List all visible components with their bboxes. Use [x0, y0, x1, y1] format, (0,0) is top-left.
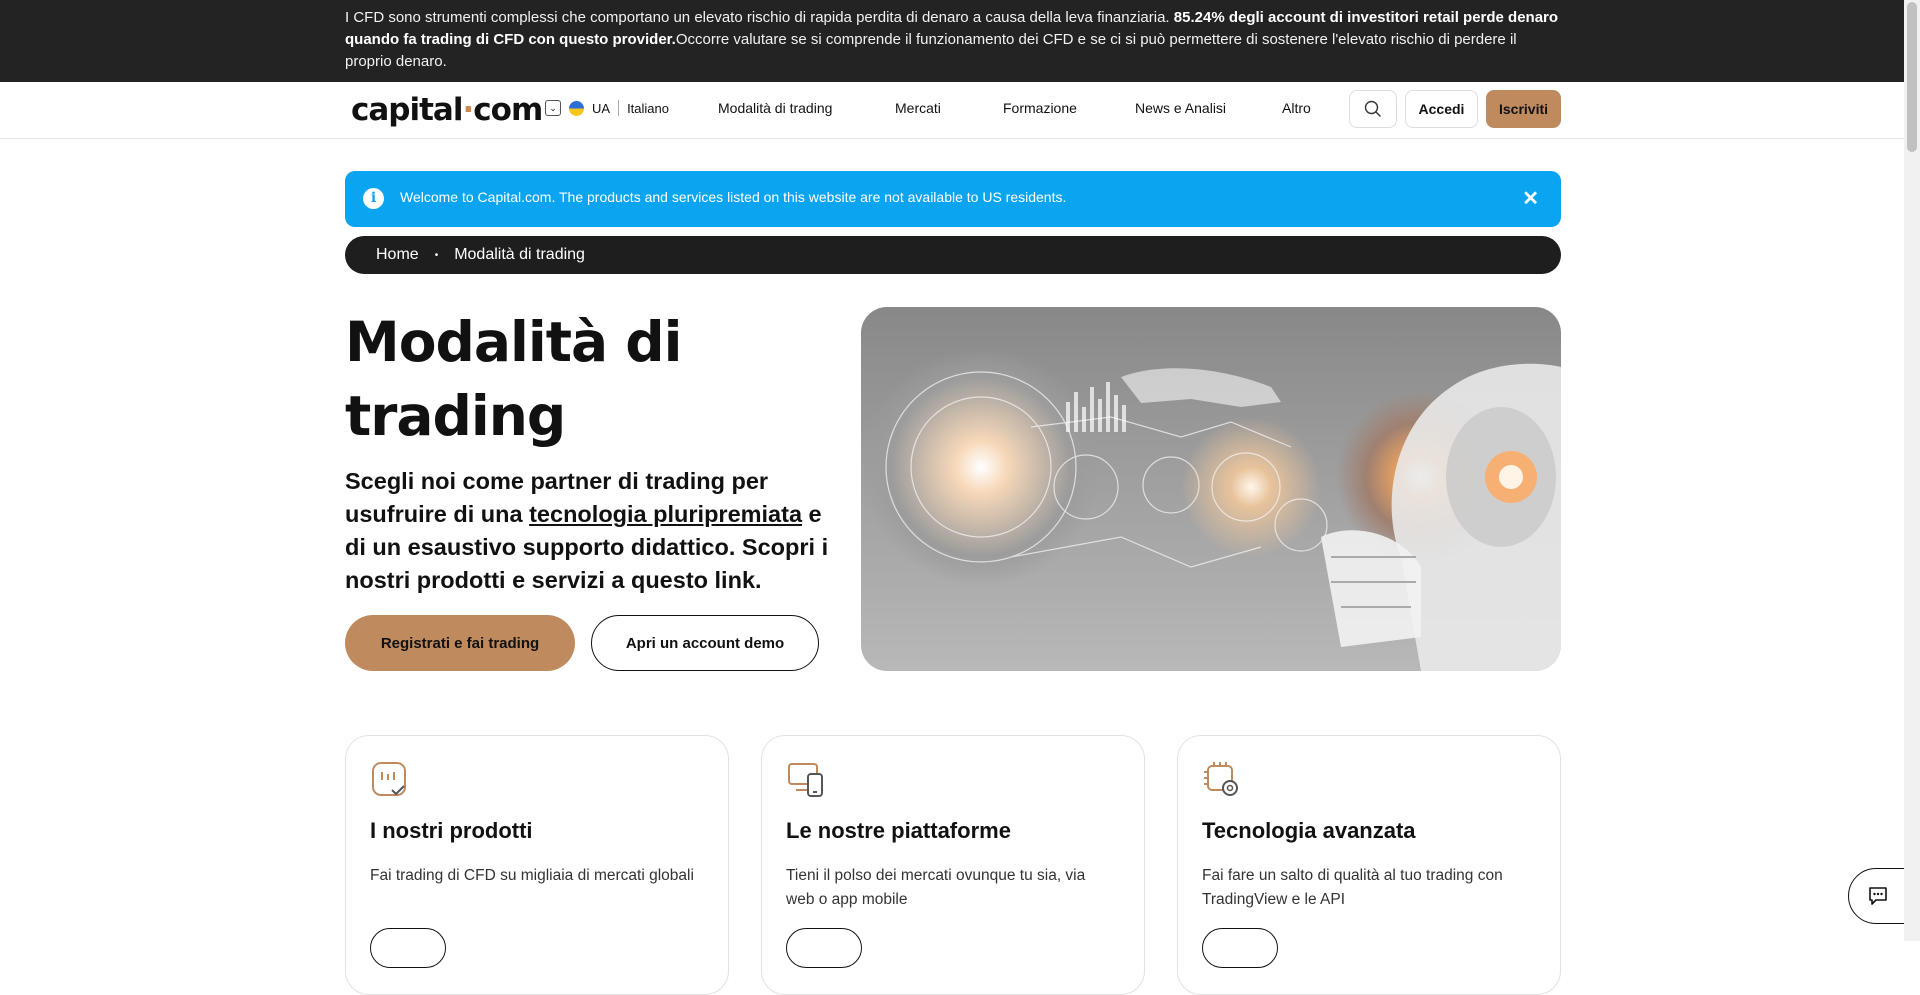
- search-button[interactable]: [1349, 90, 1397, 128]
- logo-dot: ·: [462, 92, 474, 128]
- page-title: Modalità di trading: [345, 310, 682, 448]
- breadcrumb-current: Modalità di trading: [454, 246, 585, 263]
- nav-news-e-analisi[interactable]: News e Analisi: [1135, 100, 1226, 116]
- breadcrumb-home[interactable]: Home: [376, 246, 419, 264]
- nav-modalita-di-trading[interactable]: Modalità di trading: [718, 100, 832, 116]
- breadcrumb: Home • Modalità di trading: [345, 236, 1561, 274]
- card-description: Fai trading di CFD su migliaia di mercat…: [370, 867, 694, 884]
- card-description: Tieni il polso dei mercati ovunque tu si…: [786, 867, 1086, 908]
- card-button[interactable]: [786, 928, 862, 968]
- site-header: capital·com ⌄ UA Italiano Modalità di tr…: [0, 82, 1904, 139]
- nav-altro[interactable]: Altro: [1282, 100, 1311, 116]
- card-title: Le nostre piattaforme: [786, 818, 1011, 843]
- info-icon: i: [363, 188, 384, 209]
- card-title: Tecnologia avanzata: [1202, 818, 1416, 843]
- demo-account-button[interactable]: Apri un account demo: [591, 615, 819, 671]
- signup-button[interactable]: Iscriviti: [1486, 90, 1561, 128]
- close-icon[interactable]: ✕: [1522, 186, 1539, 211]
- notice-message: Welcome to Capital.com. The products and…: [400, 189, 1067, 205]
- risk-warning-banner: I CFD sono strumenti complessi che compo…: [0, 0, 1904, 82]
- risk-warning-text: I CFD sono strumenti complessi che compo…: [345, 7, 1560, 73]
- nav-mercati[interactable]: Mercati: [895, 100, 941, 116]
- us-residents-notice: i Welcome to Capital.com. The products a…: [345, 171, 1561, 227]
- chip-gear-icon: [1204, 762, 1238, 796]
- logo-text-right: com: [473, 92, 543, 128]
- page-scrollbar-thumb[interactable]: [1907, 2, 1917, 152]
- language-divider: [618, 100, 620, 116]
- card-platforms[interactable]: Le nostre piattaforme Tieni il polso dei…: [761, 735, 1145, 995]
- chat-icon: [1869, 887, 1887, 905]
- nav-formazione[interactable]: Formazione: [1003, 100, 1077, 116]
- card-technology[interactable]: Tecnologia avanzata Fai fare un salto di…: [1177, 735, 1561, 995]
- hero-subtitle: Scegli noi come partner di trading per u…: [345, 465, 830, 597]
- products-icon: [372, 762, 406, 796]
- flag-icon: [569, 100, 584, 116]
- award-technology-link[interactable]: tecnologia pluripremiata: [529, 501, 802, 527]
- language-selector[interactable]: ⌄ UA Italiano: [545, 100, 669, 116]
- card-button[interactable]: [1202, 928, 1278, 968]
- hero-illustration: [885, 363, 1561, 671]
- card-button[interactable]: [370, 928, 446, 968]
- breadcrumb-separator: •: [434, 249, 439, 261]
- card-products[interactable]: I nostri prodotti Fai trading di CFD su …: [345, 735, 729, 995]
- region-code: UA: [592, 100, 611, 116]
- card-title: I nostri prodotti: [370, 818, 533, 843]
- register-trade-button[interactable]: Registrati e fai trading: [345, 615, 575, 671]
- devices-icon: [788, 763, 823, 797]
- login-button[interactable]: Accedi: [1405, 90, 1478, 128]
- hero-image-robot-globe: [861, 307, 1561, 671]
- logo[interactable]: capital·com: [351, 92, 543, 128]
- language-label: Italiano: [627, 100, 669, 116]
- search-icon: [1364, 100, 1381, 117]
- risk-warning-part1: I CFD sono strumenti complessi che compo…: [345, 9, 1174, 26]
- chevron-down-icon: ⌄: [545, 100, 561, 116]
- chat-button[interactable]: [1848, 868, 1908, 924]
- logo-text-left: capital: [351, 92, 463, 128]
- card-description: Fai fare un salto di qualità al tuo trad…: [1202, 867, 1503, 908]
